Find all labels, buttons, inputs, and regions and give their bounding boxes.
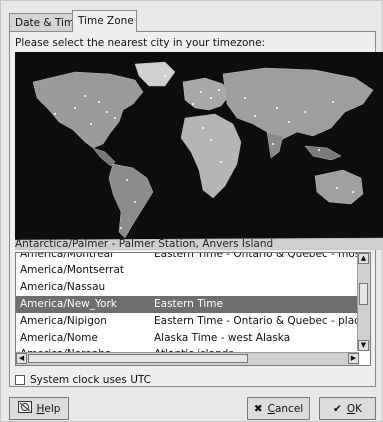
help-button[interactable]: Help xyxy=(9,397,69,420)
scroll-up-icon[interactable]: ▲ xyxy=(358,253,369,264)
scroll-left-icon[interactable]: ◀ xyxy=(16,353,27,364)
utc-checkbox-label: System clock uses UTC xyxy=(30,374,152,386)
time-zone-panel: Please select the nearest city in your t… xyxy=(9,31,383,387)
list-item[interactable]: America/Nome Alaska Time - west Alaska xyxy=(16,330,360,347)
utc-checkbox-row[interactable]: System clock uses UTC xyxy=(15,374,151,386)
world-map[interactable] xyxy=(15,52,383,250)
instruction-text: Please select the nearest city in your t… xyxy=(15,37,266,49)
horizontal-scrollbar[interactable]: ◀ ▶ xyxy=(16,352,359,365)
cancel-icon: ✖ xyxy=(253,402,263,415)
selected-city-label: Antarctica/Palmer - Palmer Station, Anve… xyxy=(15,238,274,250)
checkmark-icon: ✔ xyxy=(333,402,342,415)
world-map-icon xyxy=(15,52,383,250)
utc-checkbox[interactable] xyxy=(15,375,25,385)
list-item[interactable]: America/Nassau xyxy=(16,279,360,296)
help-icon xyxy=(17,401,32,416)
list-item[interactable]: America/Montserrat xyxy=(16,262,360,279)
ok-button[interactable]: ✔ OK xyxy=(319,397,376,420)
vertical-scrollbar[interactable]: ▲ ▼ xyxy=(357,253,370,351)
cancel-button[interactable]: ✖ Cancel xyxy=(247,397,310,420)
timezone-list[interactable]: America/Montreal Eastern Time - Ontario … xyxy=(15,252,371,366)
tab-date-time[interactable]: Date & Time xyxy=(9,13,81,31)
vertical-scroll-thumb[interactable] xyxy=(359,283,368,305)
scroll-down-icon[interactable]: ▼ xyxy=(358,340,369,351)
list-item[interactable]: America/Nipigon Eastern Time - Ontario &… xyxy=(16,313,360,330)
horizontal-scroll-thumb[interactable] xyxy=(28,354,248,363)
scroll-right-icon[interactable]: ▶ xyxy=(348,353,359,364)
list-item-selected[interactable]: America/New_York Eastern Time xyxy=(16,296,360,313)
tab-time-zone[interactable]: Time Zone xyxy=(72,10,137,32)
timezone-dialog: Date & Time Time Zone Please select the … xyxy=(0,0,383,422)
